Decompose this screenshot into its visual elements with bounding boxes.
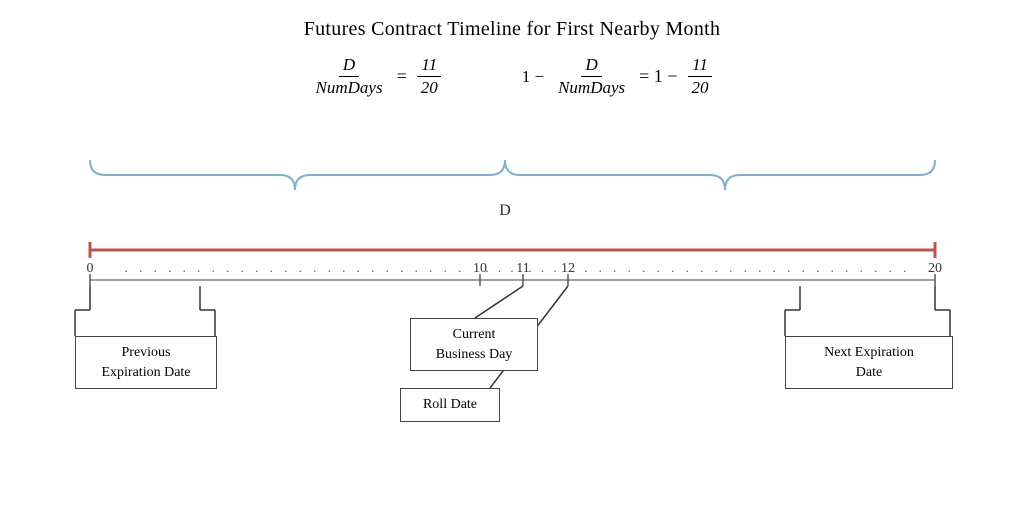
d-label: D bbox=[499, 202, 511, 219]
previous-expiration-label: PreviousExpiration Date bbox=[75, 336, 217, 389]
fraction-left-numerator: D bbox=[339, 55, 359, 77]
value-fraction-right: 11 20 bbox=[687, 55, 712, 98]
svg-text:10: 10 bbox=[473, 261, 487, 276]
svg-text:. . .: . . . bbox=[485, 260, 516, 275]
page-title: Futures Contract Timeline for First Near… bbox=[0, 0, 1024, 41]
svg-text:20: 20 bbox=[928, 261, 942, 276]
fraction-right-numerator: D bbox=[581, 55, 601, 77]
fraction-left-denominator: NumDays bbox=[312, 77, 387, 98]
formula-left: D NumDays = 11 20 bbox=[312, 55, 442, 98]
svg-text:12: 12 bbox=[561, 261, 575, 276]
fraction-right: D NumDays bbox=[554, 55, 629, 98]
fraction-right-denominator: NumDays bbox=[554, 77, 629, 98]
svg-text:. . . . . . . . . . . . . . .: . . . . . . . . . . . . . . . . . . . . … bbox=[125, 260, 466, 275]
value-fraction-left: 11 20 bbox=[417, 55, 442, 98]
equals-left: = bbox=[397, 66, 407, 87]
value-right-den: 20 bbox=[687, 77, 712, 98]
svg-text:11: 11 bbox=[516, 261, 529, 276]
current-business-day-label: CurrentBusiness Day bbox=[410, 318, 538, 371]
value-left-den: 20 bbox=[417, 77, 442, 98]
fraction-left: D NumDays bbox=[312, 55, 387, 98]
next-expiration-label: Next ExpirationDate bbox=[785, 336, 953, 389]
formula-right-prefix: 1 − bbox=[522, 67, 544, 87]
svg-text:. . . . . . . . . . . . . . .: . . . . . . . . . . . . . . . . . . . . … bbox=[570, 260, 911, 275]
formula-right: 1 − D NumDays = 1 − 11 20 bbox=[522, 55, 713, 98]
formulas-row: D NumDays = 11 20 1 − D NumDays = 1 − 11… bbox=[0, 55, 1024, 98]
svg-text:. . .: . . . bbox=[528, 260, 559, 275]
value-left-num: 11 bbox=[417, 55, 441, 77]
roll-date-label: Roll Date bbox=[400, 388, 500, 422]
page-container: Futures Contract Timeline for First Near… bbox=[0, 0, 1024, 512]
svg-text:0: 0 bbox=[87, 261, 94, 276]
value-right-num: 11 bbox=[688, 55, 712, 77]
equals-right: = 1 − bbox=[639, 66, 677, 87]
